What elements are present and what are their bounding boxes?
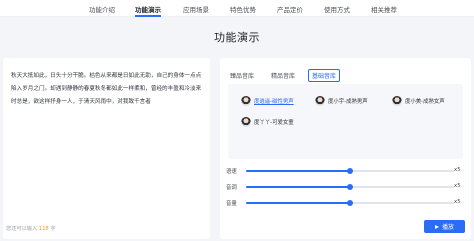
volume-slider-thumb[interactable] [347,200,353,206]
nav-item-usage[interactable]: 使用方式 [324,4,350,14]
nav-active-indicator [135,15,161,17]
section-title: 功能演示 [214,31,260,44]
char-count-suffix: 字 [50,226,56,232]
speed-slider-fill [246,170,350,172]
voice-label: 度小美-成熟女声 [405,99,445,105]
nav-item-features[interactable]: 功能介绍 [89,4,115,14]
volume-slider-row: 音量 x5 [226,198,466,208]
pitch-slider-fill [246,186,350,188]
tab-quality-library[interactable]: 精品音库 [271,71,295,80]
text-input-panel[interactable]: 秋天大抵如此，日头十分干脆。枯色从来都是日如此无助，自己的身体一点点陷入岁月之门… [3,58,210,239]
speed-slider-thumb[interactable] [347,168,353,174]
voice-label: 度逍遥-磁性男声 [254,99,294,105]
volume-value: x5 [454,199,461,205]
speed-value: x5 [454,167,461,173]
pitch-slider-row: 音调 x5 [226,182,466,192]
pitch-label: 音调 [226,185,237,191]
voice-avatar [392,96,402,106]
tab-basic-library[interactable]: 基础音库 [308,69,341,82]
volume-label: 音量 [226,201,237,207]
top-nav: 功能介绍 功能演示 应用场景 特色优势 产品定价 使用方式 相关推荐 [0,0,474,17]
char-count-value: 118 [38,226,49,232]
voice-label: 度丫丫-可爱女童 [254,120,294,126]
voice-option[interactable]: 度小美-成熟女声 [392,96,445,106]
tab-premium-library[interactable]: 臻品音库 [230,71,254,80]
volume-slider-fill [246,202,350,204]
text-input-content[interactable]: 秋天大抵如此，日头十分干脆。枯色从来都是日如此无助，自己的身体一点点陷入岁月之门… [11,70,204,109]
voice-avatar [241,117,251,127]
nav-item-demo[interactable]: 功能演示 [135,4,161,14]
nav-item-advantages[interactable]: 特色优势 [230,4,256,14]
speed-label: 语速 [226,169,237,175]
speed-slider-track[interactable] [246,168,454,174]
play-button[interactable]: 播放 [424,220,465,233]
pitch-value: x5 [454,183,461,189]
volume-slider-track[interactable] [246,200,454,206]
voice-option[interactable]: 度逍遥-磁性男声 [241,96,294,106]
play-icon [434,224,439,229]
nav-item-scenarios[interactable]: 应用场景 [183,4,209,14]
voice-label: 度小宇-成熟男声 [328,99,368,105]
voice-option[interactable]: 度丫丫-可爱女童 [241,117,294,127]
pitch-slider-thumb[interactable] [347,184,353,190]
pitch-slider-track[interactable] [246,184,454,190]
voice-avatar [241,96,251,106]
voice-option[interactable]: 度小宇-成熟男声 [315,96,368,106]
char-count: 您还可以输入 118 字 [6,225,56,232]
char-count-prefix: 您还可以输入 [6,226,38,232]
speed-slider-row: 语速 x5 [226,166,466,176]
nav-item-related[interactable]: 相关推荐 [371,4,397,14]
nav-item-pricing[interactable]: 产品定价 [277,4,303,14]
play-button-label: 播放 [441,224,454,231]
voice-avatar [315,96,325,106]
